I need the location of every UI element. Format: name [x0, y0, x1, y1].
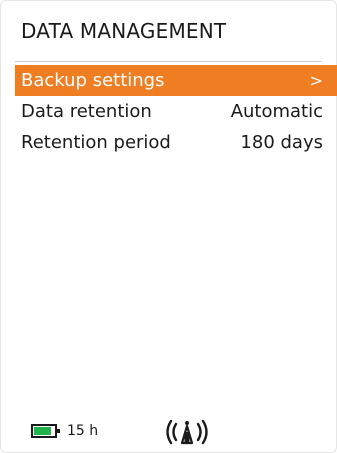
menu-item-data-retention[interactable]: Data retention Automatic	[15, 96, 337, 127]
menu-item-label: Data retention	[21, 101, 152, 122]
battery-icon	[31, 424, 60, 438]
menu-item-label: Backup settings	[21, 70, 165, 91]
menu-item-backup-settings[interactable]: Backup settings >	[15, 65, 337, 96]
battery-remaining-time: 15 h	[67, 423, 99, 439]
menu-item-retention-period[interactable]: Retention period 180 days	[15, 127, 337, 158]
page-title: DATA MANAGEMENT	[21, 19, 227, 43]
menu-item-value: 180 days	[240, 132, 323, 153]
chevron-right-icon: >	[309, 71, 323, 90]
battery-tip	[57, 429, 60, 433]
title-divider	[15, 61, 322, 62]
menu-item-label: Retention period	[21, 132, 171, 153]
status-bar: 15 h	[1, 416, 336, 448]
wireless-signal-icon	[166, 419, 208, 445]
device-screen: DATA MANAGEMENT Backup settings > Data r…	[0, 0, 337, 453]
settings-menu: Backup settings > Data retention Automat…	[15, 65, 337, 158]
menu-item-value: Automatic	[230, 101, 323, 122]
battery-level-fill	[34, 427, 51, 435]
